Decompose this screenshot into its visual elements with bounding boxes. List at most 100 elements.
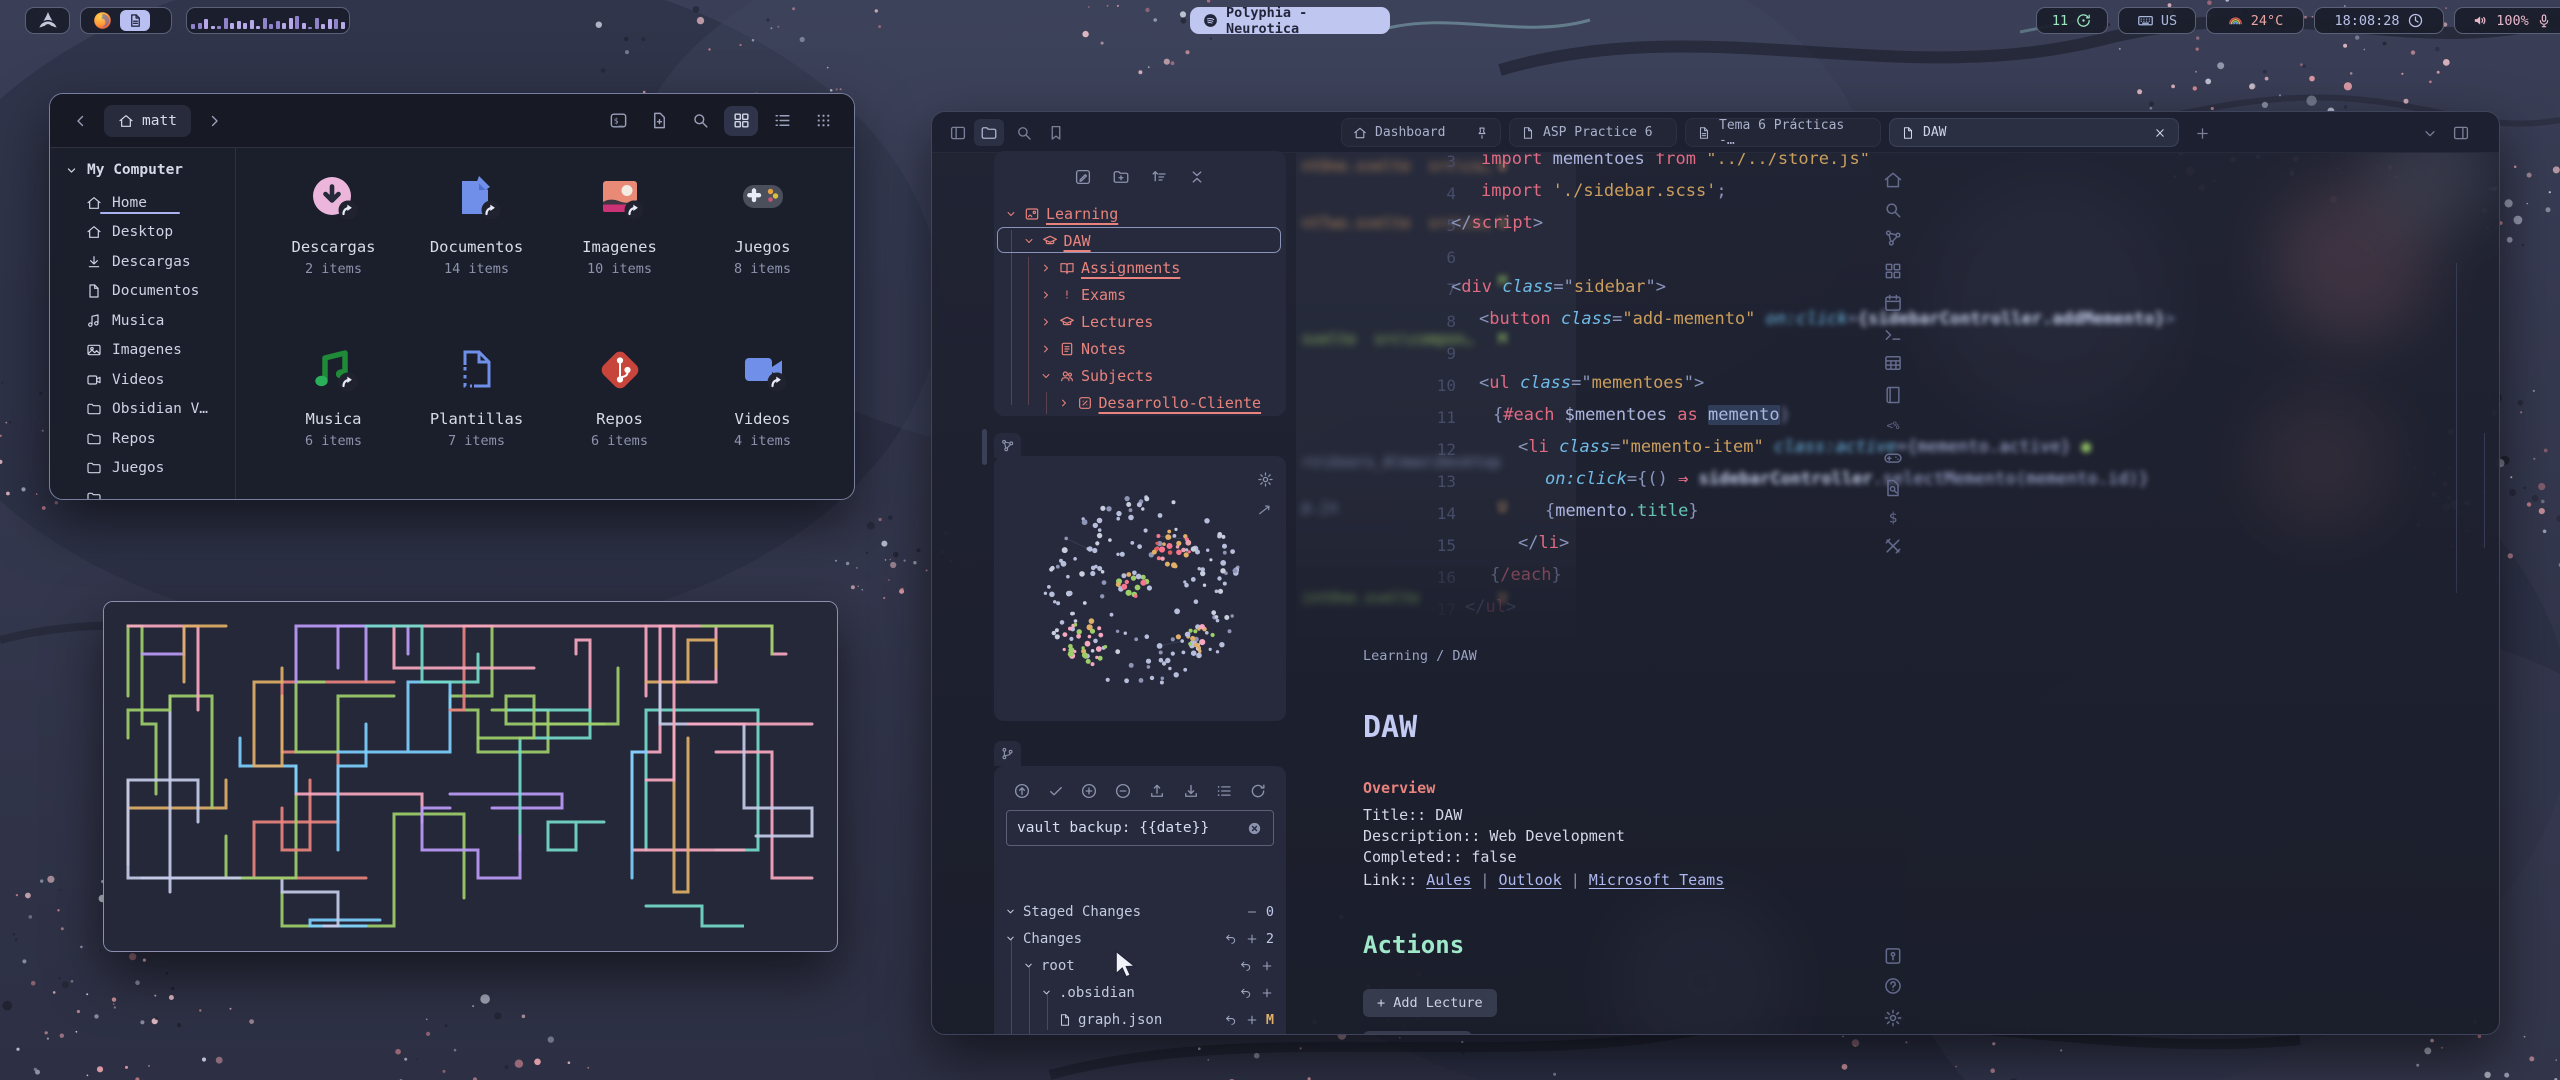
sidebar-item-desktop[interactable]: Desktop [64,218,235,248]
ribbon-terminal[interactable] [1881,323,1905,347]
git-tool-list-ul[interactable] [1212,780,1236,802]
ribbon-code-glyph[interactable]: <% [1881,413,1905,437]
tree-item-exams[interactable]: !Exams [994,281,1286,308]
ribbon-dollar[interactable]: $ [1881,506,1905,530]
graph-filter-button[interactable] [1252,498,1278,524]
ribbon-help[interactable] [1881,974,1905,998]
launcher-button[interactable] [25,7,70,34]
explorer-tool-folder-plus[interactable] [1108,164,1134,190]
fm-tool-search[interactable] [683,106,717,136]
folder-plantillas[interactable]: Plantillas 7 items [405,328,548,500]
tree-item-desarrollo-cliente[interactable]: Desarrollo-Cliente [994,389,1286,416]
tree-item-lectures[interactable]: Lectures [994,308,1286,335]
git-tool-upload[interactable] [1145,780,1169,802]
git-item-root[interactable]: root [994,952,1286,979]
button--add-note[interactable]: + Add Note [1363,1031,1472,1035]
folder-videos[interactable]: Videos 4 items [691,328,834,500]
ribbon-graph[interactable] [1881,226,1905,250]
tray-clock[interactable]: 18:08:28 [2314,7,2444,34]
fm-tool-list[interactable] [765,106,799,136]
ribbon-calendar[interactable] [1881,291,1905,315]
ribbon-vault[interactable] [1881,944,1905,968]
tab-dashboard[interactable]: Dashboard [1341,118,1501,147]
fm-tool-open-terminal[interactable]: $_ [601,106,635,136]
sidebar-item-imagenes[interactable]: Imagenes [64,336,235,366]
tray-weather[interactable]: 24°C [2206,7,2304,34]
tray-keyboard-layout[interactable]: US [2118,7,2196,34]
git-tool-download-tray[interactable] [1179,780,1203,802]
git-item-.obsidian[interactable]: .obsidian [994,979,1286,1006]
sidebar-item-videos[interactable]: Videos [64,365,235,395]
folder-musica[interactable]: Musica 6 items [262,328,405,500]
tree-item-subjects[interactable]: Subjects [994,362,1286,389]
sidebar-root[interactable]: My Computer [64,162,235,178]
search-tab-button[interactable] [1012,121,1036,145]
now-playing-pill[interactable]: Polyphia - Neurotica [1190,7,1390,34]
button--add-lecture[interactable]: + Add Lecture [1363,989,1497,1017]
git-item-graph.json[interactable]: graph.json M [994,1006,1286,1033]
graph-settings-button[interactable] [1252,466,1278,492]
sidebar-item-obsidian-v-[interactable]: Obsidian V… [64,395,235,425]
note-link-aules[interactable]: Aules [1426,871,1471,889]
breadcrumb[interactable]: matt [104,105,191,137]
sidebar-item-home[interactable]: Home [64,188,235,218]
git-tool-minus-circle[interactable] [1111,780,1135,802]
tree-item-learning[interactable]: Learning [994,200,1286,227]
fm-tool-grid-sm[interactable] [806,106,840,136]
folder-repos[interactable]: Repos 6 items [548,328,691,500]
sidebar-item-musica[interactable]: Musica [64,306,235,336]
obsidian-dock-icon[interactable] [120,10,150,31]
ribbon-file-search[interactable] [1881,476,1905,500]
right-sidebar-toggle[interactable] [2448,121,2474,145]
folder-descargas[interactable]: Descargas 2 items [262,156,405,328]
ribbon-layout-grid[interactable] [1881,259,1905,283]
sidebar-item-documentos[interactable]: Documentos [64,277,235,307]
ribbon-table[interactable] [1881,351,1905,375]
tree-item-daw[interactable]: DAW [994,227,1286,254]
fm-tool-new-file[interactable] [642,106,676,136]
git-item-learning-daw-exams[interactable]: Learning/DAW/Exams [994,1033,1286,1035]
clear-input-button[interactable] [1246,820,1263,837]
ribbon-book[interactable] [1881,383,1905,407]
fm-tool-grid[interactable] [724,106,758,136]
explorer-tool-edit-square[interactable] [1070,164,1096,190]
sidebar-item-descargas[interactable]: Descargas [64,247,235,277]
git-item-staged-changes[interactable]: Staged Changes 0 [994,898,1286,925]
sidebar-item-clipped[interactable] [64,483,235,500]
ribbon-settings[interactable] [1881,1006,1905,1030]
folder-imagenes[interactable]: Imagenes 10 items [548,156,691,328]
new-tab-button[interactable] [2190,121,2214,145]
commit-message-input[interactable] [1017,820,1238,836]
sidebar-item-repos[interactable]: Repos [64,424,235,454]
graph-section-handle[interactable] [994,433,1021,458]
note-breadcrumb[interactable]: Learning / DAW [1363,648,1724,664]
folder-juegos[interactable]: Juegos 8 items [691,156,834,328]
ribbon-search[interactable] [1881,198,1905,222]
git-item-changes[interactable]: Changes 2 [994,925,1286,952]
bookmark-tab-button[interactable] [1044,121,1068,145]
firefox-icon[interactable] [92,10,113,31]
folder-documentos[interactable]: Documentos 14 items [405,156,548,328]
graph-view[interactable] [994,456,1286,721]
note-link-outlook[interactable]: Outlook [1498,871,1561,889]
explorer-tab-button[interactable] [974,119,1004,146]
tray-updates[interactable]: 11 [2036,7,2108,34]
tree-item-assignments[interactable]: Assignments [994,254,1286,281]
nav-forward-button[interactable] [197,106,231,136]
ribbon-tools[interactable] [1881,534,1905,558]
git-tool-commit-push[interactable] [1010,780,1034,802]
close-tab-button[interactable] [2153,126,2167,140]
tray-audio[interactable]: 100% [2454,7,2560,34]
git-tool-refresh[interactable] [1246,780,1270,802]
git-tool-check[interactable] [1044,780,1068,802]
tab-daw[interactable]: DAW [1889,118,2179,147]
nav-back-button[interactable] [64,106,98,136]
ribbon-gamepad[interactable] [1881,446,1905,470]
tree-item-notes[interactable]: Notes [994,335,1286,362]
tab-asp-practice-6[interactable]: ASP Practice 6 [1509,118,1677,147]
explorer-tool-collapse-all[interactable] [1184,164,1210,190]
sidebar-item-juegos[interactable]: Juegos [64,454,235,484]
explorer-tool-sort[interactable] [1146,164,1172,190]
tab-tema-6-pr-cticas-[interactable]: Tema 6 Prácticas -… [1685,118,1881,147]
note-link-microsoft-teams[interactable]: Microsoft Teams [1589,871,1724,889]
